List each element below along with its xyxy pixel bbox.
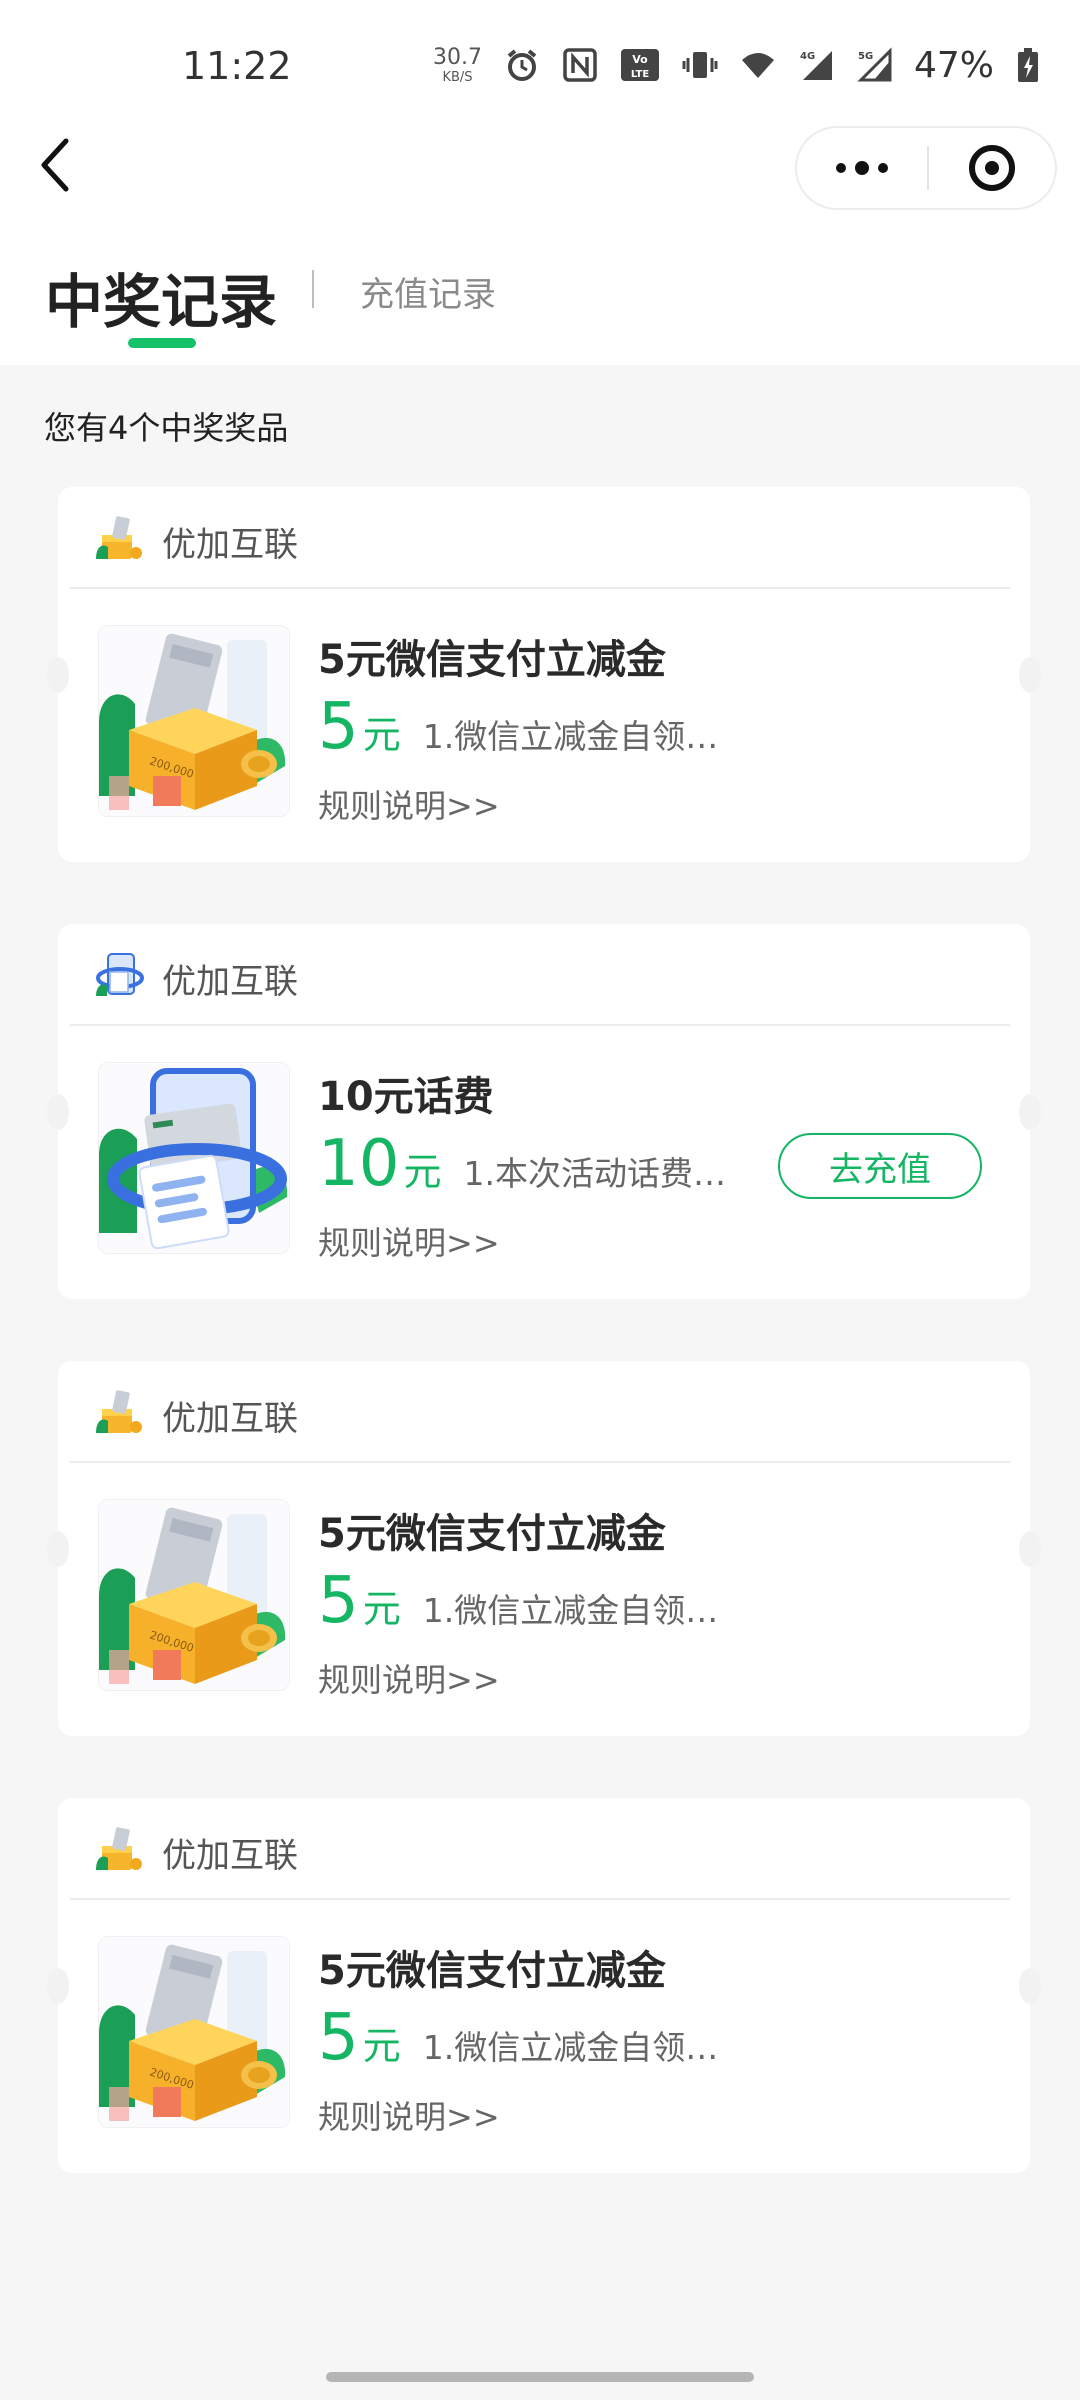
prize-amount: 5	[318, 1564, 359, 1638]
card-header: 优加互联	[58, 924, 1030, 1024]
merchant-logo-icon	[96, 1827, 142, 1870]
signal-5g-icon: 5G	[857, 47, 892, 82]
network-speed-value: 30.7	[433, 44, 482, 70]
prize-description: 1.微信立减金自领…	[422, 2028, 719, 2067]
more-options-button[interactable]	[797, 128, 927, 208]
prize-amount-row: 10 元 1.本次活动话费…	[318, 1132, 726, 1202]
prize-count-summary: 您有4个中奖奖品	[44, 409, 289, 447]
prize-image-gift-box: 200,000	[98, 1936, 290, 2128]
prize-amount-row: 5 元 1.微信立减金自领…	[318, 695, 718, 765]
status-icons: 30.7 KB/S Vo LTE 4G 5G 47%	[433, 40, 1040, 90]
nfc-icon	[563, 48, 597, 82]
card-divider	[70, 587, 1010, 589]
rules-link[interactable]: 规则说明>>	[318, 781, 500, 827]
prize-amount-unit: 元	[362, 713, 401, 757]
prize-image-phone-card	[98, 1062, 290, 1254]
card-header: 优加互联	[58, 487, 1030, 587]
tab-divider	[312, 270, 314, 308]
prize-image-gift-box: 200,000	[98, 625, 290, 817]
merchant-name: 优加互联	[162, 962, 298, 1002]
status-time: 11:22	[182, 44, 292, 88]
close-miniprogram-button[interactable]	[929, 145, 1055, 191]
prize-amount-row: 5 元 1.微信立减金自领…	[318, 2006, 718, 2076]
merchant-name: 优加互联	[162, 1399, 298, 1439]
battery-charging-icon	[1018, 48, 1038, 82]
more-dot-icon	[836, 163, 846, 173]
rules-link[interactable]: 规则说明>>	[318, 2092, 500, 2138]
card-divider	[70, 1024, 1010, 1026]
prize-amount: 5	[318, 690, 359, 764]
recharge-button[interactable]: 去充值	[778, 1133, 982, 1199]
more-dot-icon	[878, 163, 888, 173]
prize-title: 5元微信支付立减金	[318, 1511, 666, 1557]
svg-text:4G: 4G	[800, 51, 815, 62]
prize-card[interactable]: 优加互联 200,000 5元微信支付立减金 5 元 1.微信立减金自领… 规则…	[47, 1798, 1041, 2173]
prize-description: 1.本次活动话费…	[463, 1154, 726, 1193]
rules-link[interactable]: 规则说明>>	[318, 1655, 500, 1701]
card-divider	[70, 1461, 1010, 1463]
prize-card[interactable]: 优加互联 10元话费 10 元 1.本次活动话费… 规则说明>> 去充值	[47, 924, 1041, 1299]
ticket-notch	[1019, 1094, 1041, 1130]
prize-card[interactable]: 优加互联 200,000 5元微信支付立减金 5 元 1.微信立减金自领… 规则…	[47, 1361, 1041, 1736]
ticket-notch	[47, 657, 69, 693]
volte-icon: Vo LTE	[620, 49, 659, 81]
ticket-notch	[47, 1968, 69, 2004]
prize-amount-unit: 元	[362, 1587, 401, 1631]
prize-title: 5元微信支付立减金	[318, 637, 666, 683]
prize-amount: 10	[318, 1127, 400, 1201]
record-tabs: 中奖记录 充值记录	[0, 245, 1080, 365]
prize-description: 1.微信立减金自领…	[422, 1591, 719, 1630]
merchant-logo-icon	[96, 516, 142, 559]
svg-text:Vo: Vo	[632, 53, 648, 66]
prize-amount-unit: 元	[403, 1150, 442, 1194]
svg-text:5G: 5G	[858, 51, 873, 62]
merchant-name: 优加互联	[162, 1836, 298, 1876]
target-close-icon	[969, 145, 1015, 191]
merchant-name: 优加互联	[162, 525, 298, 565]
prize-description: 1.微信立减金自领…	[422, 717, 719, 756]
ticket-notch	[1019, 1531, 1041, 1567]
merchant-logo-icon	[96, 953, 144, 996]
merchant-logo-icon	[96, 1390, 142, 1433]
ticket-notch	[47, 1531, 69, 1567]
prize-title: 10元话费	[318, 1074, 494, 1120]
network-speed-unit: KB/S	[442, 69, 473, 85]
prize-image-gift-box: 200,000	[98, 1499, 290, 1691]
status-bar: 11:22 30.7 KB/S Vo LTE 4G 5G 47%	[0, 0, 1080, 130]
miniprogram-capsule	[795, 126, 1057, 210]
alarm-icon	[507, 49, 537, 81]
card-header: 优加互联	[58, 1798, 1030, 1898]
back-arrow-icon[interactable]	[36, 135, 76, 195]
tab-prize-records[interactable]: 中奖记录	[45, 255, 277, 339]
prize-amount-row: 5 元 1.微信立减金自领…	[318, 1569, 718, 1639]
tab-active-indicator	[128, 338, 196, 348]
wifi-icon	[741, 53, 774, 78]
ticket-notch	[1019, 657, 1041, 693]
ticket-notch	[1019, 1968, 1041, 2004]
card-divider	[70, 1898, 1010, 1900]
prize-amount-unit: 元	[362, 2024, 401, 2068]
more-dot-icon	[855, 161, 869, 175]
ticket-notch	[47, 1094, 69, 1130]
battery-percent: 47%	[913, 44, 994, 86]
network-speed: 30.7 KB/S	[433, 44, 482, 85]
svg-text:LTE: LTE	[631, 69, 650, 80]
prize-title: 5元微信支付立减金	[318, 1948, 666, 1994]
prize-card[interactable]: 优加互联 200,000 5元微信支付立减金 5 元 1.微信立减金自领… 规则…	[47, 487, 1041, 862]
vibrate-icon	[682, 52, 718, 78]
tab-recharge-records[interactable]: 充值记录	[360, 267, 496, 316]
prize-amount: 5	[318, 2001, 359, 2075]
home-indicator[interactable]	[326, 2372, 754, 2382]
card-header: 优加互联	[58, 1361, 1030, 1461]
signal-4g-icon: 4G	[800, 51, 832, 80]
rules-link[interactable]: 规则说明>>	[318, 1218, 500, 1264]
